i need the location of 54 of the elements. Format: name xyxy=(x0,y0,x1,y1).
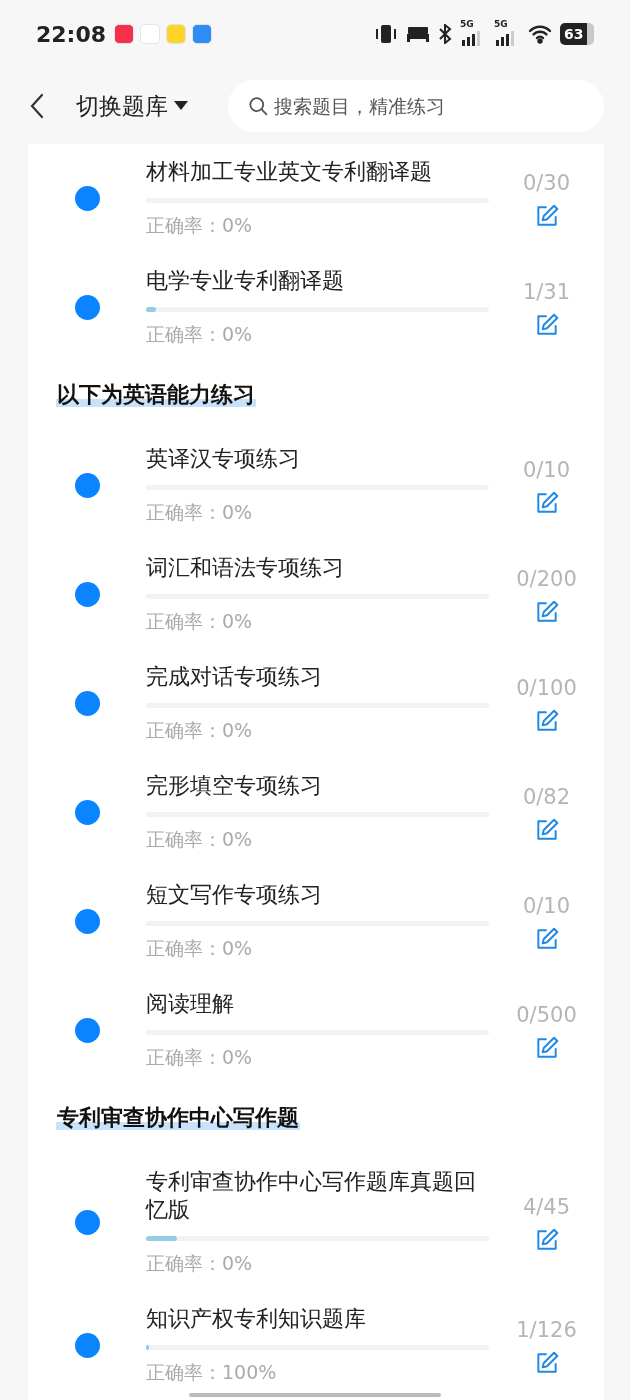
item-title: 材料加工专业英文专利翻译题 xyxy=(146,158,433,186)
accuracy-text: 正确率：0% xyxy=(146,1045,254,1070)
item-title: 短文写作专项练习 xyxy=(146,881,323,909)
question-bank-item[interactable]: 材料加工专业英文专利翻译题 正确率：0% 0/30 xyxy=(28,144,604,253)
accuracy-text: 正确率：0% xyxy=(146,718,254,743)
vibrate-icon xyxy=(374,24,398,44)
progress-count: 1/126 xyxy=(516,1316,577,1344)
item-title: 专利审查协作中心写作题库真题回忆版 xyxy=(146,1168,477,1224)
section-heading: 专利审查协作中心写作题 xyxy=(56,1105,300,1130)
search-input[interactable]: 搜索题目，精准练习 xyxy=(274,91,584,121)
bed-icon xyxy=(406,25,430,43)
accuracy-text: 正确率：100% xyxy=(146,1360,278,1385)
item-title: 完形填空专项练习 xyxy=(146,772,323,800)
accuracy-text: 正确率：0% xyxy=(146,609,254,634)
search-field[interactable]: 搜索题目，精准练习 xyxy=(228,80,604,132)
section-heading: 以下为英语能力练习 xyxy=(56,382,256,407)
item-title: 词汇和语法专项练习 xyxy=(146,554,345,582)
question-bank-item[interactable]: 完成对话专项练习 正确率：0% 0/100 xyxy=(28,649,604,758)
accuracy-text: 正确率：0% xyxy=(146,322,254,347)
switch-bank-dropdown[interactable]: 切换题库 xyxy=(76,88,188,124)
accuracy-text: 正确率：0% xyxy=(146,827,254,852)
progress-count: 0/82 xyxy=(522,783,571,811)
question-bank-item[interactable]: 词汇和语法专项练习 正确率：0% 0/200 xyxy=(28,540,604,649)
item-title: 英译汉专项练习 xyxy=(146,445,301,473)
item-title: 完成对话专项练习 xyxy=(146,663,323,691)
progress-count: 1/31 xyxy=(522,278,571,306)
back-icon[interactable] xyxy=(28,93,46,119)
caret-icon xyxy=(174,101,188,111)
question-bank-item[interactable]: 知识产权专利知识题库 正确率：100% 1/126 xyxy=(28,1291,604,1400)
question-bank-item[interactable]: 专利审查协作中心写作题库真题回忆版 正确率：0% 4/45 xyxy=(28,1154,604,1291)
accuracy-text: 正确率：0% xyxy=(146,1251,254,1276)
item-title: 电学专业专利翻译题 xyxy=(146,267,345,295)
status-time: 22:08 xyxy=(36,20,107,49)
progress-count: 0/10 xyxy=(522,892,571,920)
bluetooth-icon xyxy=(438,24,452,44)
progress-count: 0/30 xyxy=(522,169,571,197)
progress-count: 0/100 xyxy=(516,674,577,702)
question-bank-item[interactable]: 短文写作专项练习 正确率：0% 0/10 xyxy=(28,867,604,976)
question-bank-item[interactable]: 阅读理解 正确率：0% 0/500 xyxy=(28,976,604,1085)
search-icon xyxy=(248,95,269,117)
accuracy-text: 正确率：0% xyxy=(146,500,254,525)
accuracy-text: 正确率：0% xyxy=(146,936,254,961)
progress-count: 4/45 xyxy=(522,1193,571,1221)
progress-count: 0/500 xyxy=(516,1001,577,1029)
progress-count: 0/10 xyxy=(522,456,571,484)
battery-level: 63 xyxy=(560,23,594,45)
progress-count: 0/200 xyxy=(516,565,577,593)
question-bank-item[interactable]: 英译汉专项练习 正确率：0% 0/10 xyxy=(28,431,604,540)
wifi-icon xyxy=(528,24,552,44)
question-bank-item[interactable]: 完形填空专项练习 正确率：0% 0/82 xyxy=(28,758,604,867)
item-title: 阅读理解 xyxy=(146,990,235,1018)
question-bank-item[interactable]: 电学专业专利翻译题 正确率：0% 1/31 xyxy=(28,253,604,362)
accuracy-text: 正确率：0% xyxy=(146,213,254,238)
item-title: 知识产权专利知识题库 xyxy=(146,1305,367,1333)
